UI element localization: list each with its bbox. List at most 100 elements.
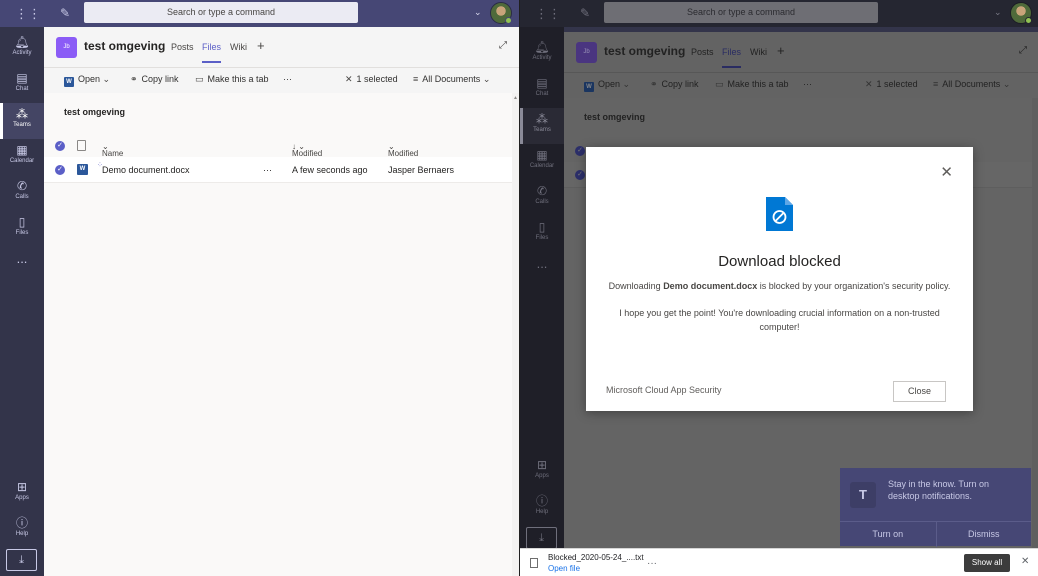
show-all-button[interactable]: Show all	[964, 554, 1010, 572]
download-icon[interactable]: ⤓	[6, 549, 37, 571]
select-all-checkbox[interactable]: ✓	[575, 146, 585, 156]
more-apps-icon[interactable]: ...	[0, 251, 44, 266]
more-commands-button[interactable]: ···	[283, 74, 292, 84]
bell-icon: 🔔︎	[14, 35, 30, 49]
title-bar: ⋮⋮ ✎ Search or type a command ⌄	[520, 0, 1038, 27]
channel-header: Jb test omgeving Posts Files Wiki + ⤢	[44, 27, 519, 67]
close-icon: ✕	[865, 79, 873, 89]
column-modified[interactable]: Modified ↓ ⌄	[292, 142, 322, 158]
document-library: test omgeving ✓ Name ⌄ Modified ↓ ⌄ Modi…	[44, 93, 512, 576]
toast-actions: Turn on Dismiss	[840, 521, 1032, 547]
rail-item-teams[interactable]: ⁂ Teams	[520, 108, 564, 144]
close-button[interactable]: Close	[893, 381, 946, 402]
download-icon[interactable]: ⤓	[526, 527, 557, 549]
file-name[interactable]: Demo document.docx	[102, 165, 190, 175]
search-input[interactable]: Search or type a command	[84, 2, 358, 23]
tab-posts[interactable]: Posts	[171, 42, 194, 52]
rail-item-activity[interactable]: 🔔︎ Activity	[520, 36, 564, 72]
row-checkbox[interactable]: ✓	[575, 170, 585, 180]
presence-available-icon	[1025, 17, 1032, 24]
teams-window-right: ⋮⋮ ✎ Search or type a command ⌄ 🔔︎ Activi…	[520, 0, 1038, 576]
view-switcher[interactable]: ≡ All Documents ⌄	[933, 79, 1014, 90]
rail-item-teams[interactable]: ⁂ Teams	[0, 103, 44, 139]
view-switcher[interactable]: ≡ All Documents ⌄	[413, 74, 494, 85]
open-button[interactable]: W Open ⌄	[584, 79, 634, 92]
expand-icon[interactable]: ⤢	[1019, 45, 1027, 56]
add-tab-icon[interactable]: +	[777, 43, 785, 58]
calendar-icon: ▦	[16, 143, 28, 157]
app-launcher-icon[interactable]: ⋮⋮	[15, 7, 41, 20]
chevron-down-icon[interactable]: ⌄	[474, 7, 482, 18]
open-button[interactable]: W Open ⌄	[64, 74, 114, 87]
dialog-message: Downloading Demo document.docx is blocke…	[608, 281, 951, 291]
rail-item-calendar[interactable]: ▦ Calendar	[0, 139, 44, 175]
column-modified-by[interactable]: Modified By ⌄	[388, 142, 418, 167]
phone-icon: ✆	[16, 179, 28, 193]
clear-selection-button[interactable]: ✕ 1 selected	[865, 79, 918, 90]
open-file-link[interactable]: Open file	[548, 564, 580, 573]
tab-posts[interactable]: Posts	[691, 47, 714, 57]
avatar[interactable]	[490, 2, 512, 24]
make-tab-button[interactable]: ▭ Make this a tab	[195, 74, 269, 85]
page-title: test omgeving	[604, 44, 686, 58]
copy-link-button[interactable]: ⚭ Copy link	[130, 74, 179, 85]
tab-files[interactable]: Files	[202, 42, 222, 63]
rail-item-files[interactable]: ▯ Files	[0, 211, 44, 247]
compose-icon[interactable]: ✎	[580, 6, 590, 20]
download-more-icon[interactable]: ···	[647, 558, 657, 569]
file-modified-by: Jasper Bernaers	[388, 165, 455, 175]
close-icon[interactable]: ✕	[940, 163, 953, 181]
app-launcher-icon[interactable]: ⋮⋮	[535, 7, 561, 20]
rail-item-chat[interactable]: ▤ Chat	[0, 67, 44, 103]
more-commands-button[interactable]: ···	[803, 79, 812, 89]
dialog-custom-line-2: computer!	[759, 322, 800, 332]
rail-item-apps[interactable]: ⊞ Apps	[520, 454, 564, 490]
turn-on-button[interactable]: Turn on	[840, 522, 936, 547]
tab-wiki[interactable]: Wiki	[750, 47, 767, 57]
table-row[interactable]: ✓ W ⁘ Demo document.docx ··· A few secon…	[44, 157, 512, 183]
expand-icon[interactable]: ⤢	[499, 40, 507, 51]
column-name[interactable]: Name ⌄	[102, 142, 123, 158]
search-input[interactable]: Search or type a command	[604, 2, 878, 23]
command-bar: W Open ⌄ ⚭ Copy link ▭ Make this a tab ··· …	[44, 67, 519, 91]
dismiss-button[interactable]: Dismiss	[935, 522, 1032, 547]
chat-icon: ▤	[16, 71, 28, 85]
text-file-icon	[530, 558, 538, 568]
row-checkbox[interactable]: ✓	[55, 165, 65, 175]
scrollbar[interactable]	[1032, 98, 1038, 576]
chevron-down-icon[interactable]: ⌄	[994, 7, 1002, 18]
download-file-name[interactable]: Blocked_2020-05-24_....txt	[548, 553, 644, 562]
rail-item-apps[interactable]: ⊞ Apps	[0, 476, 44, 512]
compose-icon[interactable]: ✎	[60, 6, 70, 20]
scroll-up-icon[interactable]: ▲	[513, 95, 518, 101]
rail-item-activity[interactable]: 🔔︎ Activity	[0, 31, 44, 67]
clear-selection-button[interactable]: ✕ 1 selected	[345, 74, 398, 85]
scrollbar[interactable]	[512, 93, 519, 576]
title-bar: ⋮⋮ ✎ Search or type a command ⌄	[0, 0, 519, 27]
browser-download-bar: Blocked_2020-05-24_....txt Open file ···…	[520, 548, 1038, 576]
file-type-icon	[77, 140, 86, 151]
copy-link-button[interactable]: ⚭ Copy link	[650, 79, 699, 90]
tab-wiki[interactable]: Wiki	[230, 42, 247, 52]
bell-icon: 🔔︎	[534, 40, 550, 54]
row-more-button[interactable]: ···	[263, 165, 272, 175]
rail-item-calendar[interactable]: ▦ Calendar	[520, 144, 564, 180]
rail-item-files[interactable]: ▯ Files	[520, 216, 564, 252]
tab-icon: ▭	[715, 79, 724, 89]
rail-item-calls[interactable]: ✆ Calls	[520, 180, 564, 216]
channel-header: Jb test omgeving Posts Files Wiki + ⤢	[564, 32, 1038, 72]
rail-item-chat[interactable]: ▤ Chat	[520, 72, 564, 108]
make-tab-button[interactable]: ▭ Make this a tab	[715, 79, 789, 90]
rail-item-help[interactable]: ⓘ Help	[0, 512, 44, 548]
rail-item-help[interactable]: ⓘ Help	[520, 490, 564, 526]
rail-item-calls[interactable]: ✆ Calls	[0, 175, 44, 211]
apps-icon: ⊞	[536, 458, 548, 472]
tab-files[interactable]: Files	[722, 47, 742, 68]
notification-toast: T Stay in the know. Turn on desktop noti…	[840, 468, 1032, 547]
more-apps-icon[interactable]: ...	[520, 256, 564, 271]
app-rail: 🔔︎ Activity ▤ Chat ⁂ Teams ▦ Calendar ✆ Calls…	[520, 27, 564, 576]
close-icon[interactable]: ✕	[1021, 556, 1029, 567]
avatar[interactable]	[1010, 2, 1032, 24]
add-tab-icon[interactable]: +	[257, 38, 265, 53]
select-all-checkbox[interactable]: ✓	[55, 141, 65, 151]
